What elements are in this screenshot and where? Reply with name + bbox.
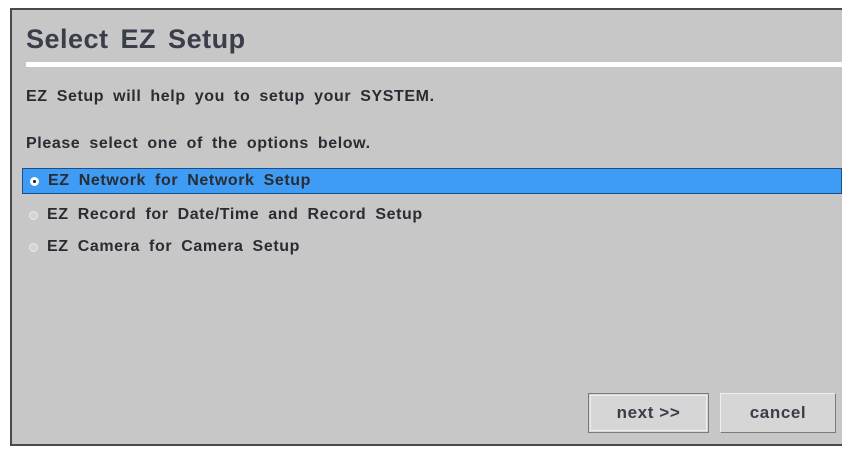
option-ez-record[interactable]: EZ Record for Date/Time and Record Setup — [22, 202, 842, 228]
radio-selected-icon[interactable] — [30, 176, 39, 186]
option-label: EZ Network for Network Setup — [48, 172, 312, 189]
option-label: EZ Camera for Camera Setup — [47, 238, 301, 255]
next-button[interactable]: next >> — [588, 393, 709, 433]
cancel-button[interactable]: cancel — [720, 393, 836, 433]
option-label: EZ Record for Date/Time and Record Setup — [47, 206, 423, 223]
intro-text: EZ Setup will help you to setup your SYS… — [26, 88, 435, 105]
option-ez-network[interactable]: EZ Network for Network Setup — [22, 168, 842, 194]
radio-unselected-icon[interactable] — [29, 210, 38, 220]
radio-unselected-icon[interactable] — [29, 242, 38, 252]
instruction-text: Please select one of the options below. — [26, 135, 371, 152]
ez-setup-dialog: Select EZ Setup EZ Setup will help you t… — [10, 8, 842, 446]
title-divider — [26, 62, 842, 67]
option-ez-camera[interactable]: EZ Camera for Camera Setup — [22, 234, 842, 260]
dialog-title: Select EZ Setup — [26, 24, 246, 54]
